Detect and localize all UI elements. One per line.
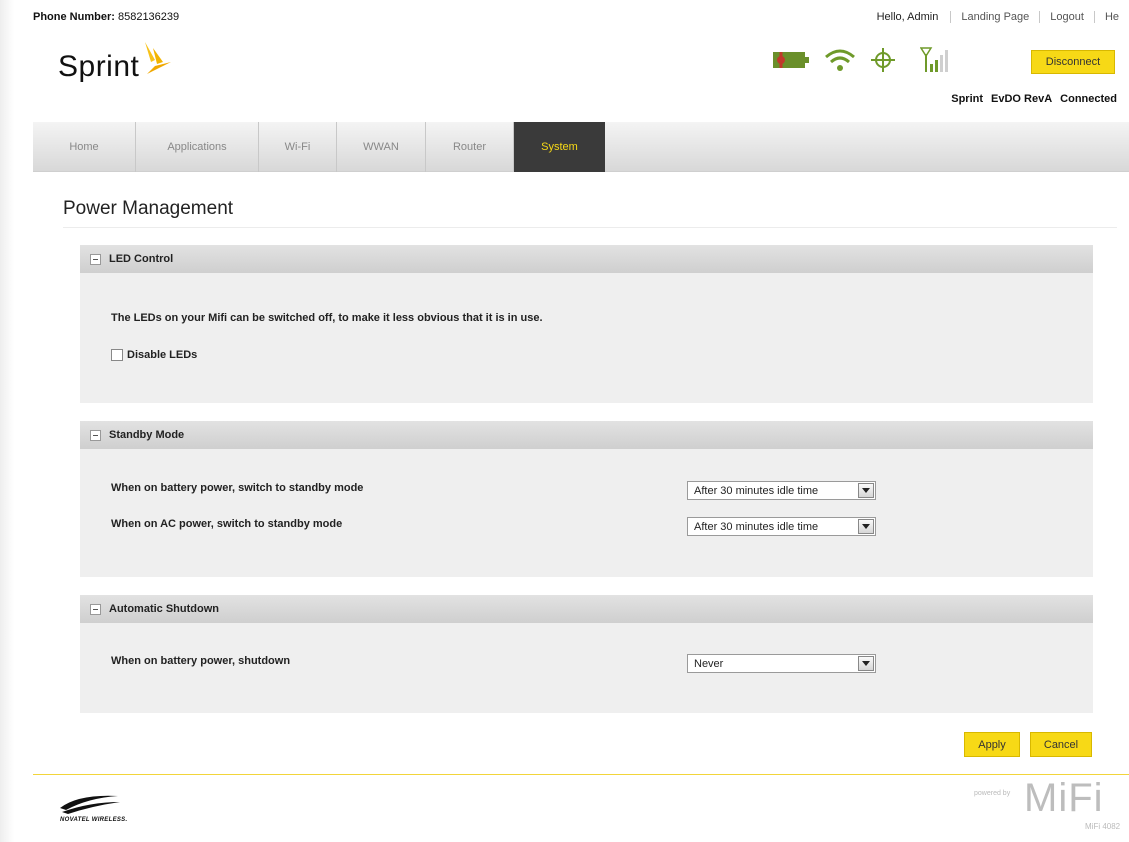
disable-leds-label: Disable LEDs [127,349,198,361]
led-control-title: LED Control [109,253,174,265]
greeting: Hello, Admin [876,11,939,23]
standby-mode-header[interactable]: Standby Mode [80,421,1093,449]
tab-wifi[interactable]: Wi-Fi [259,122,337,172]
led-control-section: LED Control The LEDs on your Mifi can be… [80,245,1093,403]
led-description: The LEDs on your Mifi can be switched of… [111,312,543,324]
shutdown-battery-label: When on battery power, shutdown [111,655,291,667]
carrier-name: Sprint [951,93,984,105]
tab-applications[interactable]: Applications [136,122,259,172]
connection-status: Sprint EvDO RevA Connected [943,93,1117,105]
powered-by: powered by [974,790,1011,797]
standby-battery-label: When on battery power, switch to standby… [111,482,364,494]
standby-ac-value: After 30 minutes idle time [694,520,819,533]
tab-system[interactable]: System [514,122,605,172]
main-nav: Home Applications Wi-Fi WWAN Router Syst… [33,122,1129,172]
cancel-button[interactable]: Cancel [1030,732,1092,757]
page-title: Power Management [63,198,234,219]
disable-leds-checkbox[interactable] [111,349,123,361]
help-link[interactable]: He [1093,11,1129,23]
wifi-icon [825,49,855,71]
standby-mode-title: Standby Mode [109,429,185,441]
automatic-shutdown-header[interactable]: Automatic Shutdown [80,595,1093,623]
standby-mode-section: Standby Mode When on battery power, swit… [80,421,1093,577]
tab-home[interactable]: Home [33,122,136,172]
automatic-shutdown-section: Automatic Shutdown When on battery power… [80,595,1093,713]
mifi-model: MiFi 4082 [1085,822,1121,831]
vendor-name: NOVATEL WIRELESS. [60,817,128,823]
collapse-icon[interactable] [90,429,101,441]
mifi-logo: MiFi [1024,776,1104,820]
signal-strength-icon [920,47,948,72]
landing-page-link[interactable]: Landing Page [950,11,1039,23]
tab-wwan[interactable]: WWAN [337,122,426,172]
chevron-down-icon [858,656,874,671]
brand-name: Sprint [58,50,140,83]
chevron-down-icon [858,483,874,498]
logout-link[interactable]: Logout [1039,11,1094,23]
sprint-wing-icon [145,42,172,74]
top-links: Hello, Admin Landing Page Logout He [877,11,1129,23]
automatic-shutdown-title: Automatic Shutdown [109,603,219,615]
novatel-logo-icon [60,795,120,814]
footer-divider [33,774,1129,775]
phone-number: Phone Number: 8582136239 [33,11,179,23]
disconnect-button[interactable]: Disconnect [1031,50,1115,74]
led-control-header[interactable]: LED Control [80,245,1093,273]
connection-state: Connected [1060,93,1117,105]
page-left-shadow [0,0,14,842]
phone-value: 8582136239 [117,11,180,23]
status-icons [772,46,964,74]
shutdown-battery-value: Never [694,657,724,670]
standby-ac-select[interactable]: After 30 minutes idle time [687,517,876,536]
title-divider [63,227,1117,228]
apply-button[interactable]: Apply [964,732,1020,757]
network-type: EvDO RevA [991,93,1053,105]
sprint-logo[interactable]: Sprint [58,42,175,84]
standby-battery-select[interactable]: After 30 minutes idle time [687,481,876,500]
collapse-icon[interactable] [90,603,101,615]
gps-crosshair-icon [871,48,895,72]
chevron-down-icon [858,519,874,534]
battery-charging-icon [773,52,809,68]
tab-router[interactable]: Router [426,122,514,172]
disable-leds-row[interactable]: Disable LEDs [111,349,197,361]
standby-ac-label: When on AC power, switch to standby mode [111,518,343,530]
phone-label: Phone Number: [33,11,115,23]
shutdown-battery-select[interactable]: Never [687,654,876,673]
collapse-icon[interactable] [90,253,101,265]
standby-battery-value: After 30 minutes idle time [694,484,819,497]
